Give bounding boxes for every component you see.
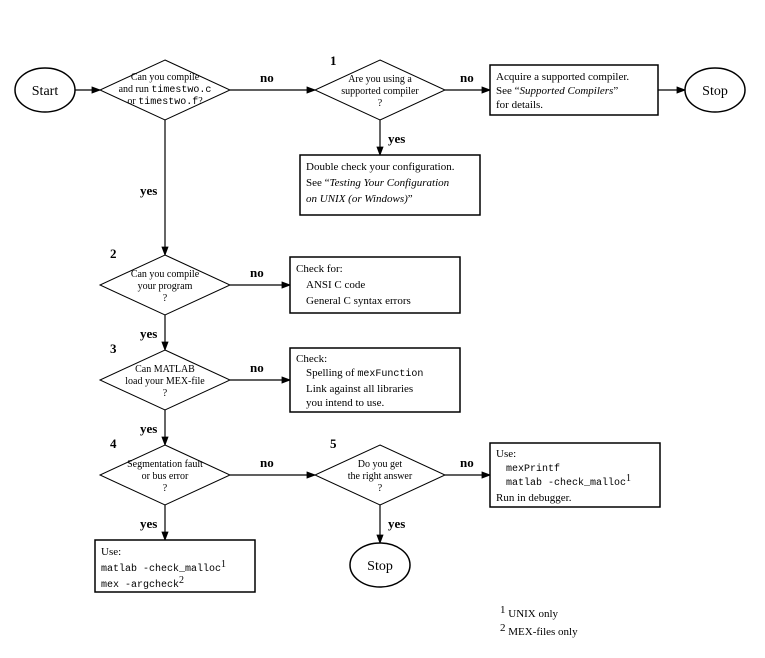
d0-line1: Can you compile bbox=[131, 72, 200, 83]
d1-line3: ? bbox=[378, 98, 383, 109]
edge-d1-yes-label: yes bbox=[388, 131, 405, 146]
d0-line2: and run timestwo.c bbox=[119, 84, 212, 96]
p4-line2: Spelling of mexFunction bbox=[306, 367, 423, 380]
edge-d3-yes-label: yes bbox=[140, 421, 157, 436]
stop2-label: Stop bbox=[367, 559, 393, 574]
edge-d4-no-label: no bbox=[260, 455, 274, 470]
d1-line1: Are you using a bbox=[348, 74, 412, 85]
p3-line1: Check for: bbox=[296, 263, 343, 275]
d0-line3: or timestwo.f? bbox=[127, 96, 203, 108]
edge-d3-no-label: no bbox=[250, 360, 264, 375]
edge-d1-no-label: no bbox=[460, 70, 474, 85]
p3-line2: ANSI C code bbox=[306, 279, 365, 291]
d5-line3: ? bbox=[378, 483, 383, 494]
start-label: Start bbox=[32, 84, 59, 99]
d5-line2: the right answer bbox=[348, 471, 413, 482]
p4-line4: you intend to use. bbox=[306, 397, 384, 409]
footnote-1: 1 UNIX only bbox=[500, 604, 559, 620]
d2-number: 2 bbox=[110, 246, 117, 261]
p3-line3: General C syntax errors bbox=[306, 295, 411, 307]
d5-line1: Do you get bbox=[358, 459, 403, 470]
d2-line1: Can you compile bbox=[131, 269, 200, 280]
d3-line1: Can MATLAB bbox=[135, 364, 195, 375]
d2-line2: your program bbox=[138, 281, 193, 292]
edge-d2-yes-label: yes bbox=[140, 326, 157, 341]
d4-line2: or bus error bbox=[142, 471, 189, 482]
d4-line1: Segmentation fault bbox=[127, 459, 203, 470]
p6-line2: mexPrintf bbox=[506, 463, 560, 475]
p6-line1: Use: bbox=[496, 448, 516, 460]
d4-number: 4 bbox=[110, 436, 117, 451]
d2-line3: ? bbox=[163, 293, 168, 304]
p4-line1: Check: bbox=[296, 353, 327, 365]
d3-line3: ? bbox=[163, 388, 168, 399]
p4-line3: Link against all libraries bbox=[306, 383, 413, 395]
p1-line1: Acquire a supported compiler. bbox=[496, 71, 629, 83]
footnote-2: 2 MEX-files only bbox=[500, 622, 578, 638]
stop1-label: Stop bbox=[702, 84, 728, 99]
flowchart-diagram: Start Can you compile and run timestwo.c… bbox=[0, 0, 765, 658]
p2-line1: Double check your configuration. bbox=[306, 161, 455, 173]
edge-d4-yes-label: yes bbox=[140, 516, 157, 531]
edge-d2-no-label: no bbox=[250, 265, 264, 280]
p5-line1: Use: bbox=[101, 546, 121, 558]
edge-d0-no-label: no bbox=[260, 70, 274, 85]
d3-line2: load your MEX-file bbox=[125, 376, 205, 387]
p2-line3: on UNIX (or Windows)” bbox=[306, 193, 413, 205]
d3-number: 3 bbox=[110, 341, 117, 356]
d1-line2: supported compiler bbox=[341, 86, 419, 97]
d4-line3: ? bbox=[163, 483, 168, 494]
p1-line2: See “Supported Compilers” bbox=[496, 85, 618, 97]
p1-line3: for details. bbox=[496, 99, 543, 111]
edge-d5-no-label: no bbox=[460, 455, 474, 470]
d1-number: 1 bbox=[330, 53, 337, 68]
edge-d0-yes-label: yes bbox=[140, 183, 157, 198]
edge-d5-yes-label: yes bbox=[388, 516, 405, 531]
d5-number: 5 bbox=[330, 436, 337, 451]
p6-line4: Run in debugger. bbox=[496, 492, 572, 504]
p2-line2: See “Testing Your Configuration bbox=[306, 177, 450, 189]
